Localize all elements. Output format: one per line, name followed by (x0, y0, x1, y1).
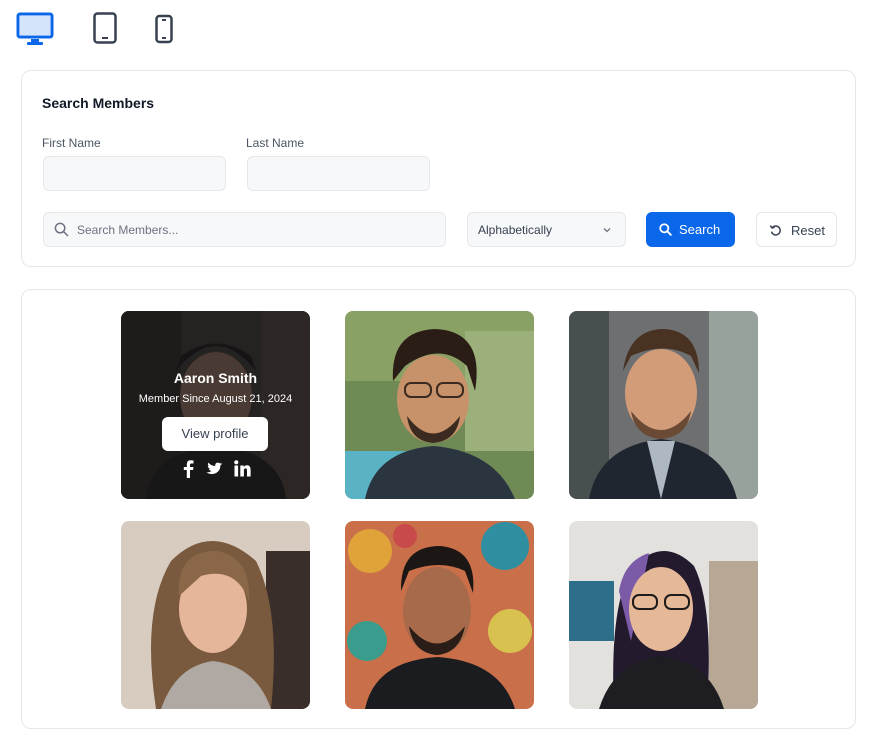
social-links (121, 460, 310, 480)
member-photo (345, 311, 534, 499)
view-profile-button[interactable]: View profile (162, 417, 268, 451)
first-name-input[interactable] (43, 156, 226, 191)
search-members-panel: Search Members First Name Last Name Sear… (21, 70, 856, 267)
reset-button[interactable]: Reset (756, 212, 837, 247)
member-card[interactable]: Aaron Smith Member Since August 21, 2024… (121, 311, 310, 499)
member-since: Member Since August 21, 2024 (138, 393, 293, 405)
member-photo (569, 521, 758, 709)
chevron-down-icon (603, 228, 611, 233)
member-photo (345, 521, 534, 709)
search-icon (659, 223, 672, 236)
member-photo (121, 521, 310, 709)
reset-button-label: Reset (791, 223, 825, 238)
mobile-icon[interactable] (155, 12, 173, 49)
members-grid: Aaron Smith Member Since August 21, 2024… (21, 289, 856, 729)
reset-icon (769, 225, 781, 236)
last-name-label: Last Name (246, 136, 305, 150)
member-card[interactable] (345, 311, 534, 499)
first-name-label: First Name (42, 136, 101, 150)
search-button-label: Search (679, 222, 721, 237)
facebook-icon[interactable] (182, 460, 194, 478)
member-name: Aaron Smith (173, 370, 258, 386)
member-card[interactable] (121, 521, 310, 709)
search-input[interactable]: Search Members... (43, 212, 446, 247)
sort-select[interactable]: Alphabetically (467, 212, 626, 247)
member-card[interactable] (569, 311, 758, 499)
search-button[interactable]: Search (646, 212, 735, 247)
search-icon (54, 222, 69, 237)
twitter-icon[interactable] (205, 460, 225, 477)
linkedin-icon[interactable] (234, 460, 251, 477)
tablet-icon[interactable] (93, 12, 117, 49)
desktop-icon[interactable] (16, 12, 54, 51)
member-card[interactable] (569, 521, 758, 709)
member-card[interactable] (345, 521, 534, 709)
sort-select-value: Alphabetically (478, 223, 553, 237)
last-name-input[interactable] (247, 156, 430, 191)
search-placeholder: Search Members... (77, 223, 179, 237)
member-card-overlay: Aaron Smith Member Since August 21, 2024… (121, 311, 310, 499)
member-photo (569, 311, 758, 499)
panel-title: Search Members (42, 95, 155, 111)
